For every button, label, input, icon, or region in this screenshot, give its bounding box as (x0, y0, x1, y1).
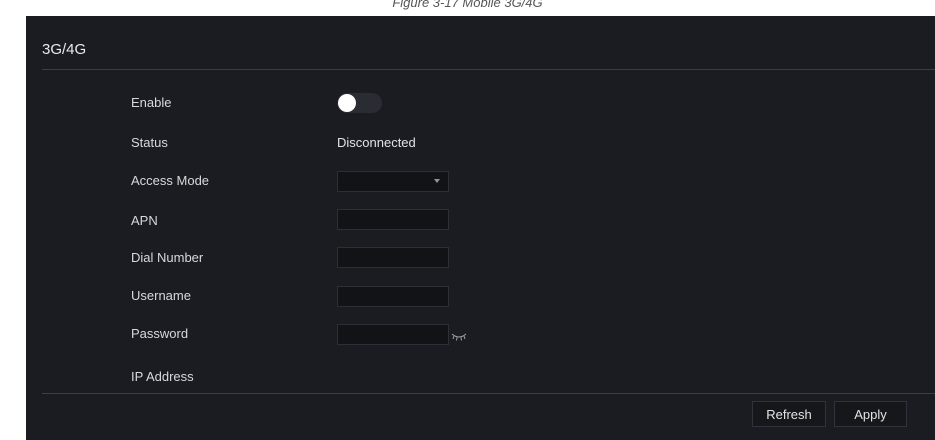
page-caption: Figure 3-17 Mobile 3G/4G (0, 0, 935, 16)
apn-input[interactable] (337, 209, 449, 230)
dial-number-input[interactable] (337, 247, 449, 268)
apn-label: APN (131, 213, 158, 228)
access-mode-label: Access Mode (131, 173, 210, 188)
ip-address-label: IP Address (131, 369, 194, 384)
username-label: Username (131, 288, 191, 303)
status-value: Disconnected (337, 135, 416, 150)
chevron-down-icon (434, 179, 440, 183)
section-divider-bottom (42, 393, 935, 394)
section-title: 3G/4G (42, 41, 87, 58)
password-input[interactable] (337, 324, 449, 345)
refresh-button[interactable]: Refresh (752, 401, 826, 427)
username-input[interactable] (337, 286, 449, 307)
section-divider-top (42, 69, 935, 70)
toggle-knob (338, 94, 356, 112)
status-label: Status (131, 135, 168, 150)
password-label: Password (131, 326, 189, 341)
settings-panel: 3G/4G Enable Status Disconnected Access … (26, 16, 935, 440)
enable-toggle[interactable] (337, 93, 382, 113)
eye-closed-icon[interactable] (451, 333, 467, 341)
access-mode-select[interactable] (337, 171, 449, 192)
dial-number-label: Dial Number (131, 250, 204, 265)
enable-label: Enable (131, 95, 172, 110)
apply-button[interactable]: Apply (834, 401, 907, 427)
